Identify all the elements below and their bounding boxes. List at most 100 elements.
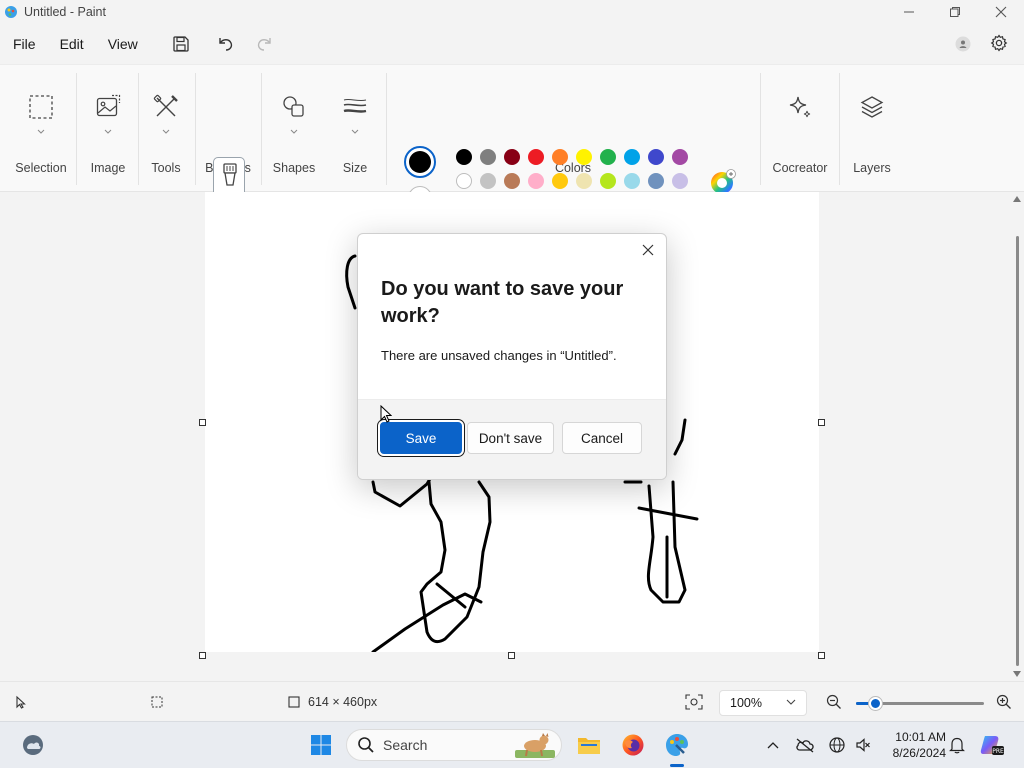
- color-swatch[interactable]: [480, 173, 496, 189]
- save-dialog-button[interactable]: Save: [380, 422, 462, 454]
- selection-size-icon: [151, 696, 163, 708]
- volume-button[interactable]: [852, 728, 874, 762]
- cocreator-group[interactable]: Cocreator: [764, 65, 836, 191]
- color-swatch[interactable]: [624, 173, 640, 189]
- search-label: Search: [383, 737, 428, 753]
- paint-taskbar-button[interactable]: [662, 728, 692, 762]
- ribbon-toolbar: Selection Image Tools Brushes Shapes: [0, 64, 1024, 213]
- shapes-group[interactable]: Shapes: [264, 65, 324, 191]
- taskbar-clock[interactable]: 10:01 AM 8/26/2024: [880, 729, 946, 761]
- cursor-position: [14, 682, 28, 722]
- size-group[interactable]: Size: [326, 65, 384, 191]
- ribbon-divider: [195, 73, 196, 185]
- restore-button[interactable]: [932, 0, 978, 24]
- image-tools[interactable]: [92, 91, 124, 123]
- brush-icon: [223, 163, 237, 186]
- menu-edit[interactable]: Edit: [48, 36, 96, 52]
- close-window-button[interactable]: [978, 0, 1024, 24]
- file-explorer-button[interactable]: [574, 728, 604, 762]
- color-swatch[interactable]: [480, 149, 496, 165]
- weather-widget-icon: [23, 735, 43, 755]
- color-swatch[interactable]: [600, 173, 616, 189]
- tools-group[interactable]: Tools: [140, 65, 192, 191]
- color-swatch[interactable]: [456, 173, 472, 189]
- rectangle-select-icon: [29, 95, 53, 119]
- layers-group[interactable]: Layers: [842, 65, 902, 191]
- notifications-button[interactable]: [946, 728, 968, 762]
- save-button[interactable]: [164, 27, 198, 61]
- color-swatch[interactable]: [552, 149, 568, 165]
- zoom-in-button[interactable]: [996, 682, 1012, 722]
- color-swatch[interactable]: [528, 173, 544, 189]
- color-swatch[interactable]: [624, 149, 640, 165]
- save-icon: [173, 36, 189, 52]
- tools-icon: [153, 94, 178, 117]
- onedrive-button[interactable]: [794, 728, 816, 762]
- selection-tool[interactable]: [25, 91, 57, 123]
- chevron-down-icon[interactable]: [103, 127, 113, 135]
- search-icon: [358, 737, 374, 753]
- firefox-icon: [622, 734, 644, 756]
- color-swatch[interactable]: [504, 173, 520, 189]
- redo-button[interactable]: [248, 27, 282, 61]
- color-swatch[interactable]: [528, 149, 544, 165]
- color-swatch[interactable]: [672, 173, 688, 189]
- color-swatch[interactable]: [648, 173, 664, 189]
- color-swatch[interactable]: [600, 149, 616, 165]
- widgets-button[interactable]: [18, 728, 48, 762]
- cocreator-button[interactable]: [784, 91, 816, 123]
- show-hidden-icons-button[interactable]: [764, 728, 782, 762]
- dialog-close-button[interactable]: [638, 240, 658, 260]
- active-app-indicator: [670, 764, 684, 767]
- status-bar: 614 × 460px 100%: [0, 681, 1024, 721]
- color-swatch[interactable]: [576, 149, 592, 165]
- fit-to-window-button[interactable]: [685, 682, 703, 722]
- scrollbar-thumb[interactable]: [1016, 236, 1019, 666]
- menu-file[interactable]: File: [0, 36, 48, 52]
- color-swatch[interactable]: [576, 173, 592, 189]
- color-swatch[interactable]: [456, 149, 472, 165]
- taskbar: Search 10:01 AM 8/26/2024 PRE: [0, 721, 1024, 768]
- shapes-button[interactable]: [278, 91, 310, 123]
- minimize-button[interactable]: [886, 0, 932, 24]
- selection-group[interactable]: Selection: [8, 65, 74, 191]
- taskbar-search[interactable]: Search: [346, 729, 562, 761]
- menu-view[interactable]: View: [96, 36, 150, 52]
- color-swatch[interactable]: [648, 149, 664, 165]
- firefox-button[interactable]: [618, 728, 648, 762]
- zoom-slider[interactable]: [856, 697, 984, 710]
- copilot-button[interactable]: PRE: [978, 728, 1006, 762]
- resize-handle-bottom-left[interactable]: [199, 652, 206, 659]
- zoom-out-button[interactable]: [826, 682, 842, 722]
- sparkle-icon: [789, 96, 811, 118]
- cancel-button[interactable]: Cancel: [562, 422, 642, 454]
- zoom-dropdown[interactable]: 100%: [719, 690, 807, 716]
- image-group[interactable]: Image: [80, 65, 136, 191]
- chevron-down-icon[interactable]: [161, 127, 171, 135]
- dialog-title: Do you want to save your work?: [381, 278, 624, 327]
- ribbon-divider: [839, 73, 840, 185]
- chevron-down-icon[interactable]: [350, 127, 360, 135]
- layers-button[interactable]: [856, 91, 888, 123]
- resize-handle-bottom[interactable]: [508, 652, 515, 659]
- dont-save-button[interactable]: Don't save: [467, 422, 554, 454]
- resize-handle-right[interactable]: [818, 419, 825, 426]
- network-button[interactable]: [826, 728, 848, 762]
- settings-button[interactable]: [986, 30, 1012, 56]
- primary-color[interactable]: [404, 146, 436, 178]
- undo-button[interactable]: [208, 27, 242, 61]
- size-button[interactable]: [339, 91, 371, 123]
- resize-handle-bottom-right[interactable]: [818, 652, 825, 659]
- chevron-down-icon[interactable]: [36, 127, 46, 135]
- tools-label: Tools: [151, 161, 181, 175]
- account-button[interactable]: [952, 33, 974, 55]
- color-swatch[interactable]: [504, 149, 520, 165]
- resize-handle-left[interactable]: [199, 419, 206, 426]
- bell-icon: [949, 737, 965, 754]
- zoom-slider-thumb[interactable]: [869, 697, 883, 710]
- chevron-down-icon[interactable]: [289, 127, 299, 135]
- color-swatch[interactable]: [672, 149, 688, 165]
- color-swatch[interactable]: [552, 173, 568, 189]
- tools-button[interactable]: [150, 91, 182, 123]
- start-button[interactable]: [305, 728, 337, 762]
